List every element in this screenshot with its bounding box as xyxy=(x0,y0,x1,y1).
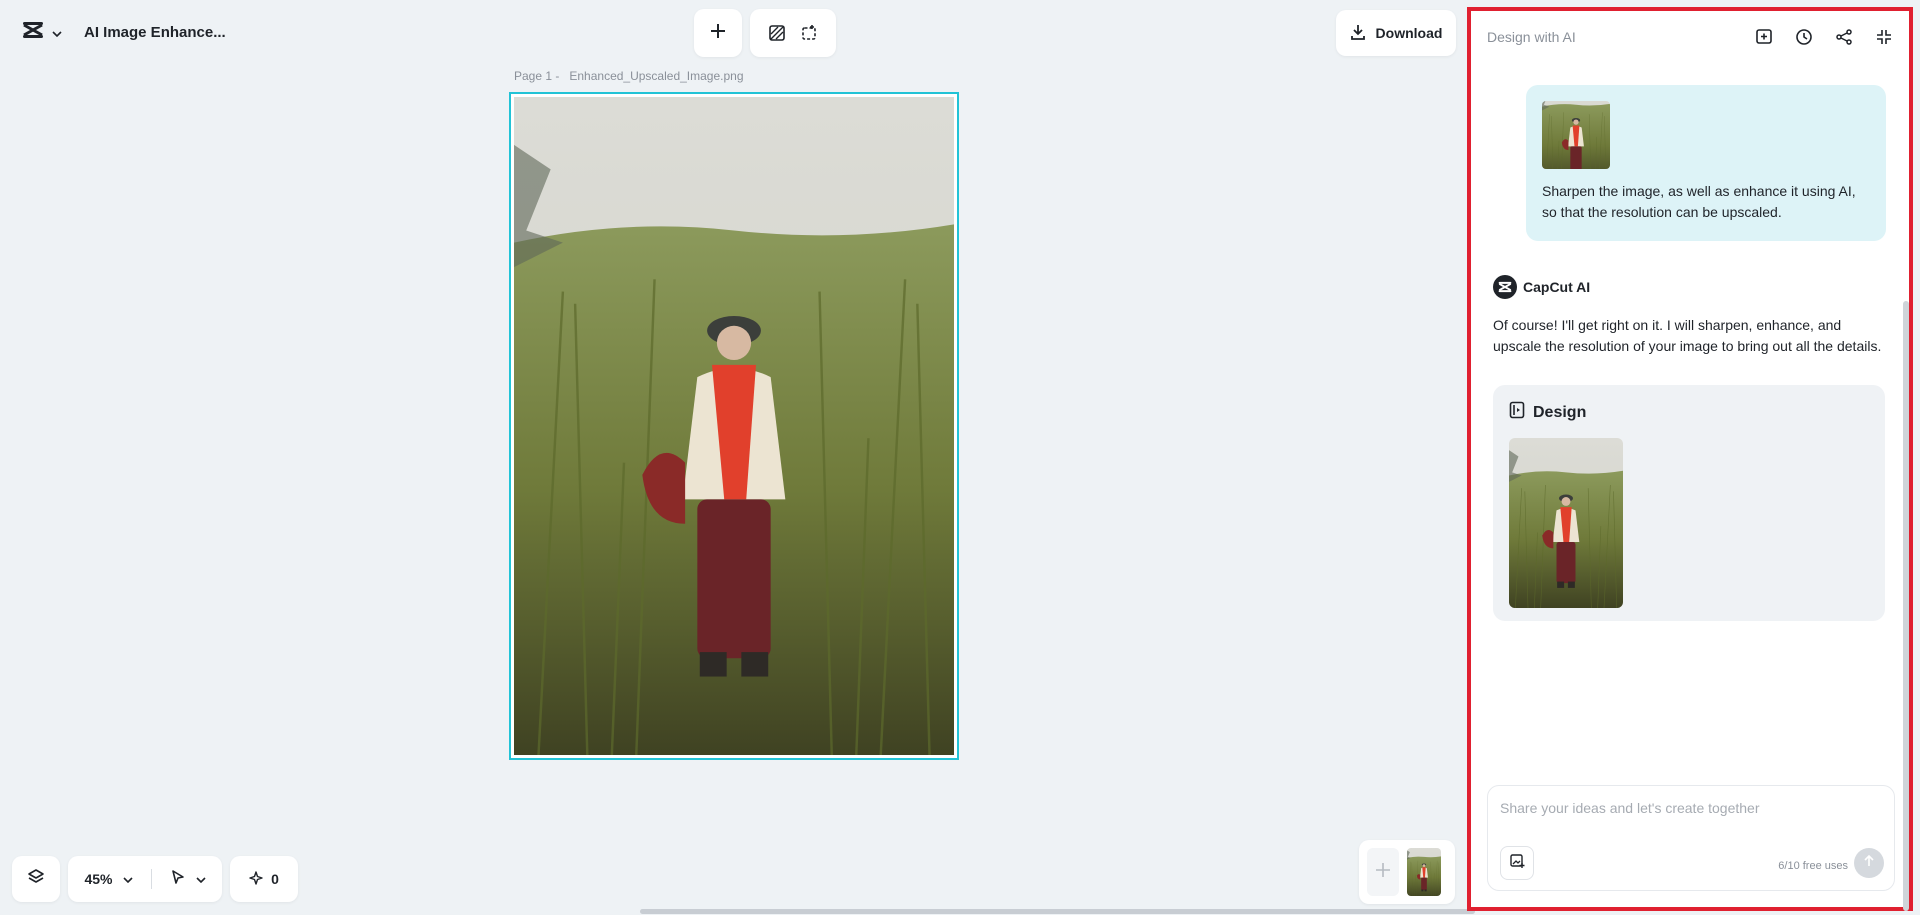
capcut-logo-icon xyxy=(22,21,44,44)
attached-image-thumbnail[interactable] xyxy=(1542,101,1610,169)
canvas-image[interactable] xyxy=(514,97,954,755)
design-card-header: Design xyxy=(1509,401,1869,424)
horizontal-scrollbar[interactable] xyxy=(640,909,1475,914)
send-button[interactable] xyxy=(1854,848,1884,878)
ai-sender: CapCut AI xyxy=(1493,275,1590,299)
capcut-ai-avatar-icon xyxy=(1493,275,1517,299)
app-menu-button[interactable] xyxy=(18,17,66,48)
plus-icon xyxy=(1375,862,1391,883)
chat-input-box: 6/10 free uses xyxy=(1487,785,1895,891)
layers-icon xyxy=(27,868,45,891)
layers-button[interactable] xyxy=(12,856,60,902)
ai-message-text: Of course! I'll get right on it. I will … xyxy=(1493,317,1882,354)
resize-icon[interactable] xyxy=(800,24,818,42)
download-button[interactable]: Download xyxy=(1336,10,1456,56)
share-icon[interactable] xyxy=(1835,28,1853,46)
add-page-button[interactable] xyxy=(1367,848,1399,896)
zoom-controls: 45% xyxy=(68,856,222,902)
ai-name: CapCut AI xyxy=(1523,279,1591,295)
design-icon xyxy=(1509,401,1525,424)
panel-scrollbar[interactable] xyxy=(1903,301,1909,911)
page-strip xyxy=(1359,840,1455,904)
design-card-title: Design xyxy=(1533,403,1587,421)
history-icon[interactable] xyxy=(1795,28,1813,46)
zoom-value[interactable]: 45% xyxy=(84,871,112,887)
new-chat-icon[interactable] xyxy=(1755,28,1773,46)
upload-image-button[interactable] xyxy=(1500,846,1534,880)
chevron-down-icon xyxy=(52,24,62,42)
panel-title: Design with AI xyxy=(1487,29,1576,45)
arrow-up-icon xyxy=(1863,854,1875,872)
sparkle-icon xyxy=(249,870,263,888)
plus-icon xyxy=(710,23,726,44)
canvas-image-frame[interactable] xyxy=(509,92,959,760)
add-element-button[interactable] xyxy=(694,9,742,57)
user-message: Sharpen the image, as well as enhance it… xyxy=(1526,85,1886,241)
ai-credits-button[interactable]: 0 xyxy=(230,856,298,902)
image-tools-group xyxy=(750,9,836,57)
credits-count: 0 xyxy=(271,871,279,887)
chevron-down-icon[interactable] xyxy=(122,870,133,888)
project-title[interactable]: AI Image Enhance... xyxy=(84,24,226,41)
user-message-text: Sharpen the image, as well as enhance it… xyxy=(1542,183,1856,220)
design-with-ai-panel: Design with AI Sharpen the image, as wel… xyxy=(1467,7,1913,911)
free-uses-counter: 6/10 free uses xyxy=(1778,860,1848,872)
image-upload-icon xyxy=(1509,853,1525,874)
page-label: Page 1 - Enhanced_Upscaled_Image.png xyxy=(514,69,744,83)
design-result-card[interactable]: Design xyxy=(1493,385,1885,621)
panel-header: Design with AI xyxy=(1487,25,1897,49)
app-header: AI Image Enhance... xyxy=(10,10,230,55)
download-label: Download xyxy=(1375,25,1443,41)
page-thumbnail[interactable] xyxy=(1407,848,1441,896)
chevron-down-icon[interactable] xyxy=(195,870,206,888)
panel-actions xyxy=(1755,28,1897,46)
chat-input[interactable] xyxy=(1500,800,1882,816)
background-remove-icon[interactable] xyxy=(768,24,786,42)
pointer-icon[interactable] xyxy=(170,869,186,890)
design-result-thumbnail[interactable] xyxy=(1509,438,1623,608)
collapse-icon[interactable] xyxy=(1875,28,1893,46)
divider xyxy=(150,869,152,889)
download-icon xyxy=(1350,24,1366,43)
